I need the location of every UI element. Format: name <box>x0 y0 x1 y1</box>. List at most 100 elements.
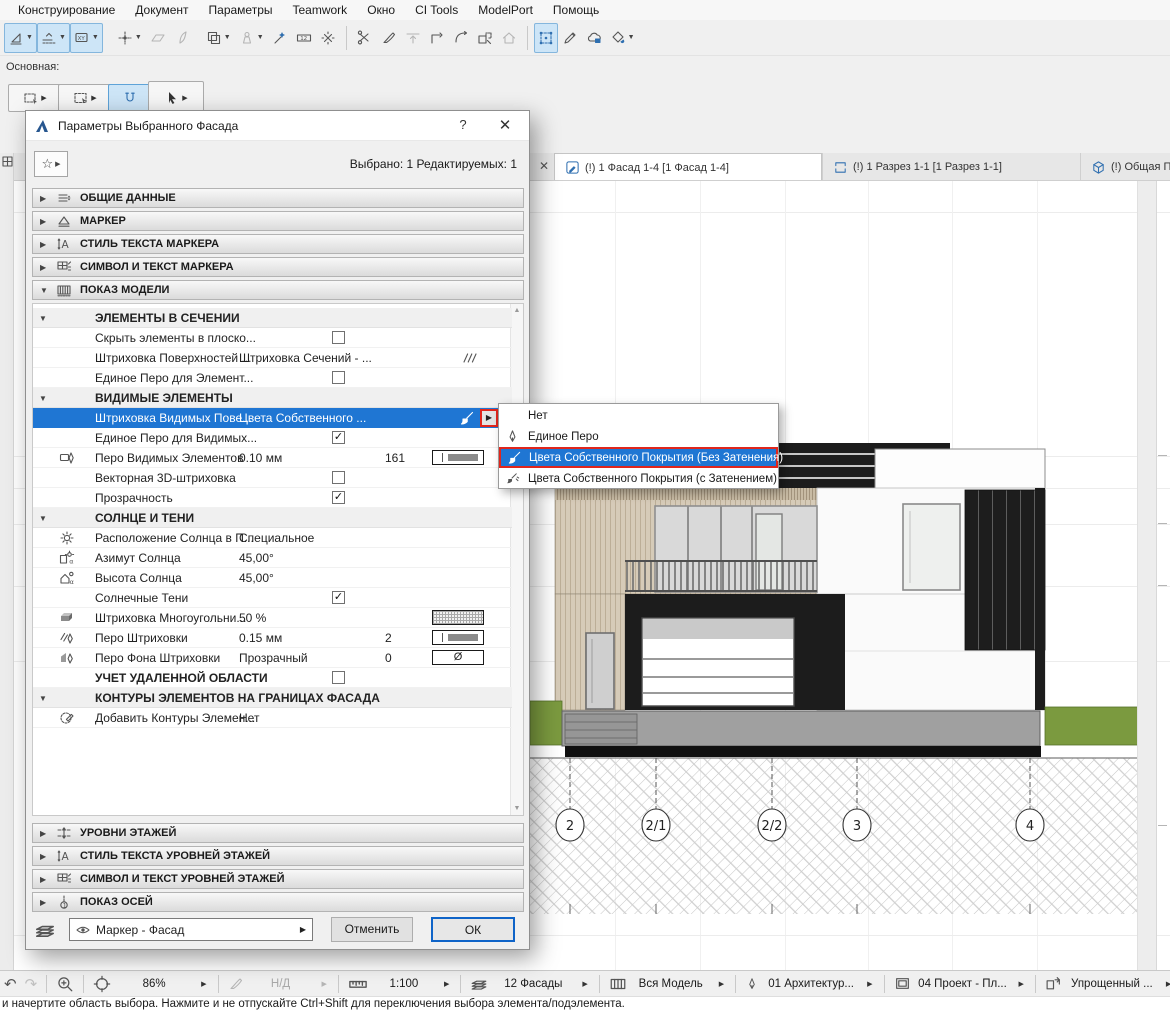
param-row[interactable]: Векторная 3D-штриховка <box>33 468 512 488</box>
ok-button[interactable]: ОК <box>431 917 515 942</box>
dropdown-arrow-icon[interactable]: ▼ <box>257 34 264 41</box>
expand-arrow-icon[interactable]: ▶ <box>40 263 50 272</box>
param-row[interactable]: Штриховка Поверхностей ...Штриховка Сече… <box>33 348 512 368</box>
param-row[interactable]: Добавить Контуры Элемен...Нет <box>33 708 512 728</box>
cancel-button[interactable]: Отменить <box>331 917 413 942</box>
menu-item-8[interactable]: Помощь <box>543 1 609 19</box>
param-row[interactable]: Перо Видимых Элементов0.10 мм161 <box>33 448 512 468</box>
param-checkbox[interactable] <box>332 471 345 484</box>
param-checkbox[interactable]: ✓ <box>332 431 345 444</box>
layer-value[interactable]: 12 Фасады <box>492 978 574 990</box>
menu-option-2[interactable]: Единое Перо <box>499 426 778 447</box>
structure-display-value[interactable]: Вся Модель <box>631 978 711 990</box>
expand-arrow-icon[interactable]: ▶ <box>40 240 50 249</box>
scroll-up-icon[interactable]: ▲ <box>511 307 523 314</box>
menu-item-4[interactable]: Teamwork <box>283 1 358 19</box>
dialog-close-button[interactable]: ✕ <box>494 115 516 137</box>
subsection-row[interactable]: ▼ЭЛЕМЕНТЫ В СЕЧЕНИИ <box>33 308 512 328</box>
param-value[interactable]: Цвета Собственного ... <box>239 411 366 425</box>
menu-item-1[interactable]: Конструирование <box>8 1 125 19</box>
param-checkbox[interactable] <box>332 371 345 384</box>
param-checkbox[interactable]: ✓ <box>332 491 345 504</box>
leaf-tool-button[interactable] <box>170 23 194 53</box>
param-row[interactable]: Перо Фона ШтриховкиПрозрачный0Ø <box>33 648 512 668</box>
magic-wand-button[interactable] <box>268 23 292 53</box>
explode-button[interactable] <box>316 23 340 53</box>
menu-option-4[interactable]: Цвета Собственного Покрытия (с Затенение… <box>499 468 778 489</box>
undo-button[interactable]: ↶ <box>4 975 17 993</box>
dropdown-arrow-icon[interactable]: ▼ <box>59 34 66 41</box>
param-row[interactable]: Расположение Солнца в П...Специальное <box>33 528 512 548</box>
markup-cloud-button[interactable] <box>582 23 606 53</box>
param-checkbox[interactable] <box>332 671 345 684</box>
param-row[interactable]: Скрыть элементы в плоско... <box>33 328 512 348</box>
subsection-row[interactable]: ▼КОНТУРЫ ЭЛЕМЕНТОВ НА ГРАНИЦАХ ФАСАДА <box>33 688 512 708</box>
param-number[interactable]: 161 <box>385 451 405 465</box>
marquee-tool-button[interactable]: ▶ <box>8 84 62 112</box>
param-value[interactable]: Специальное <box>239 531 314 545</box>
marker-layer-combo[interactable]: Маркер - Фасад ▶ <box>69 918 313 941</box>
param-row[interactable]: Перо Штриховки0.15 мм2 <box>33 628 512 648</box>
transform-button[interactable] <box>534 23 558 53</box>
intersect-button[interactable] <box>425 23 449 53</box>
expand-arrow-icon[interactable]: ▶ <box>40 898 50 907</box>
param-value[interactable]: 45,00° <box>239 551 274 565</box>
menu-item-2[interactable]: Документ <box>125 1 198 19</box>
zoom-in-button[interactable] <box>56 975 74 993</box>
collapse-arrow-icon[interactable]: ▼ <box>39 694 47 703</box>
dropdown-arrow-icon[interactable]: ▼ <box>92 34 99 41</box>
param-row[interactable]: Единое Перо для Видимых...✓ <box>33 428 512 448</box>
param-checkbox[interactable] <box>332 331 345 344</box>
fill-mode-popup-launcher[interactable]: ▶ <box>480 409 498 427</box>
collapse-arrow-icon[interactable]: ▼ <box>39 314 47 323</box>
coordinates-tool-button[interactable]: XY▼ <box>70 23 103 53</box>
expand-arrow-icon[interactable]: ▶ <box>40 852 50 861</box>
renovation-value[interactable]: Упрощенный ... <box>1066 978 1158 990</box>
section-expanded-bar[interactable]: ▼ПОКАЗ МОДЕЛИ <box>32 280 524 300</box>
expand-arrow-icon[interactable]: ▶ <box>40 875 50 884</box>
hatch-icon[interactable] <box>462 350 478 366</box>
zoom-level-value[interactable]: 86% <box>115 978 193 990</box>
selection-rect-button[interactable]: ▶ <box>58 84 112 112</box>
pen-set-value[interactable]: 01 Архитектур... <box>763 978 859 990</box>
param-row[interactable]: αАзимут Солнца45,00° <box>33 548 512 568</box>
subsection-row[interactable]: ▼ВИДИМЫЕ ЭЛЕМЕНТЫ <box>33 388 512 408</box>
menu-item-3[interactable]: Параметры <box>199 1 283 19</box>
param-row[interactable]: Штриховка Видимых Пове...Цвета Собственн… <box>33 408 512 428</box>
home-button[interactable] <box>497 23 521 53</box>
param-number[interactable]: 2 <box>385 631 392 645</box>
section-bar[interactable]: ▶СИМВОЛ И ТЕКСТ МАРКЕРА <box>32 257 524 277</box>
param-value[interactable]: Прозрачный <box>239 651 308 665</box>
favorites-button[interactable]: ☆▶ <box>34 151 68 177</box>
pen-color-preview[interactable] <box>432 450 484 465</box>
param-value[interactable]: 0.10 мм <box>239 451 282 465</box>
dropdown-arrow-icon[interactable]: ▼ <box>628 34 635 41</box>
menu-item-5[interactable]: Окно <box>357 1 405 19</box>
param-checkbox[interactable]: ✓ <box>332 591 345 604</box>
param-value[interactable]: Нет <box>239 711 259 725</box>
expand-arrow-icon[interactable]: ▶ <box>40 217 50 226</box>
scroll-down-icon[interactable]: ▼ <box>511 805 523 812</box>
param-value[interactable]: 0.15 мм <box>239 631 282 645</box>
redo-button[interactable]: ↷ <box>25 975 38 993</box>
param-row[interactable]: УЧЕТ УДАЛЕННОЙ ОБЛАСТИ <box>33 668 512 688</box>
collapse-arrow-icon[interactable]: ▼ <box>39 394 47 403</box>
section-bar[interactable]: ▶AСТИЛЬ ТЕКСТА УРОВНЕЙ ЭТАЖЕЙ <box>32 846 524 866</box>
param-row[interactable]: Единое Перо для Элемент... <box>33 368 512 388</box>
surface-paint-button[interactable]: ▼ <box>606 23 639 53</box>
gravity-tool-button[interactable]: ▼ <box>235 23 268 53</box>
dimension-button[interactable]: 12 <box>292 23 316 53</box>
scale-value[interactable]: 1:100 <box>372 978 436 990</box>
section-bar[interactable]: ▶СИМВОЛ И ТЕКСТ УРОВНЕЙ ЭТАЖЕЙ <box>32 869 524 889</box>
fit-in-window-button[interactable] <box>93 975 111 993</box>
orientation-value[interactable]: Н/Д <box>248 978 314 990</box>
split-button[interactable] <box>353 23 377 53</box>
param-value[interactable]: 50 % <box>239 611 266 625</box>
magnet-snap-button[interactable] <box>108 84 152 112</box>
section-bar[interactable]: ▶ОБЩИЕ ДАННЫЕ <box>32 188 524 208</box>
hatch-fill-preview[interactable] <box>432 610 484 625</box>
section-bar[interactable]: ▶МАРКЕР <box>32 211 524 231</box>
layout-value[interactable]: 04 Проект - Пл... <box>915 978 1011 990</box>
section-bar[interactable]: ▶УРОВНИ ЭТАЖЕЙ <box>32 823 524 843</box>
fillet-button[interactable] <box>449 23 473 53</box>
